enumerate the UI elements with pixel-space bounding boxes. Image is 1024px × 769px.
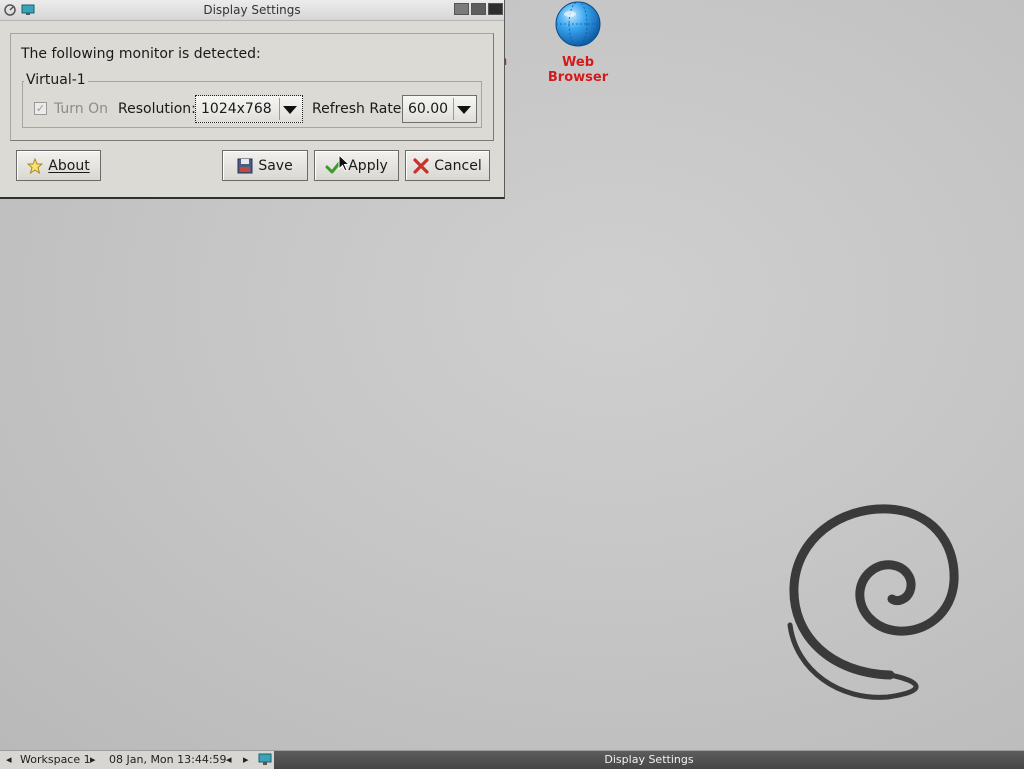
debian-swirl-logo — [787, 504, 959, 700]
refresh-rate-label: Refresh Rate: — [312, 101, 407, 117]
about-label: About — [48, 157, 90, 174]
floppy-disk-icon — [237, 158, 253, 173]
apply-label: Apply — [348, 157, 388, 174]
refresh-rate-dropdown[interactable]: 60.00 — [402, 95, 477, 123]
desktop-icon-label: Web Browser — [547, 55, 609, 85]
workspace-next-icon[interactable]: ▸ — [90, 753, 96, 766]
window-title: Display Settings — [203, 3, 301, 17]
globe-icon — [555, 1, 601, 47]
save-button[interactable]: Save — [222, 150, 308, 181]
resolution-value: 1024x768 — [201, 101, 272, 117]
cancel-button[interactable]: Cancel — [405, 150, 490, 181]
apply-button[interactable]: Apply — [314, 150, 399, 181]
mouse-cursor-icon — [338, 154, 350, 172]
save-label: Save — [258, 157, 293, 174]
cancel-label: Cancel — [434, 157, 482, 174]
close-button[interactable] — [488, 3, 503, 15]
window-titlebar[interactable]: Display Settings — [0, 0, 504, 21]
desktop-icon-web-browser[interactable]: Web Browser — [533, 0, 623, 85]
refresh-rate-value: 60.00 — [408, 101, 449, 117]
task-label: Display Settings — [604, 753, 694, 766]
chevron-down-icon — [453, 98, 474, 120]
turn-on-checkbox[interactable]: ✓ — [34, 102, 47, 115]
turn-on-label: Turn On — [54, 101, 109, 117]
workspace-prev-icon[interactable]: ◂ — [6, 753, 12, 766]
cancel-x-icon — [413, 157, 429, 174]
task-prev-icon[interactable]: ◂ — [226, 753, 232, 766]
maximize-button[interactable] — [471, 3, 486, 15]
taskbar: ◂ Workspace 1 ▸ 08 Jan, Mon 13:44:59 ◂ ▸… — [0, 750, 1024, 769]
display-settings-window: Display Settings The following monitor i… — [0, 0, 505, 199]
about-button[interactable]: About — [16, 150, 101, 181]
detected-text: The following monitor is detected: — [21, 46, 261, 62]
resolution-dropdown[interactable]: 1024x768 — [195, 95, 303, 123]
star-icon — [27, 157, 44, 174]
monitor-icon — [258, 753, 272, 765]
workspace-label[interactable]: Workspace 1 — [20, 753, 91, 766]
monitor-name: Virtual-1 — [24, 72, 88, 88]
task-next-icon[interactable]: ▸ — [243, 753, 249, 766]
chevron-down-icon — [279, 98, 300, 120]
minimize-button[interactable] — [454, 3, 469, 15]
task-display-settings[interactable]: Display Settings — [274, 751, 1024, 769]
clock: 08 Jan, Mon 13:44:59 — [109, 753, 227, 766]
resolution-label: Resolution: — [118, 101, 196, 117]
